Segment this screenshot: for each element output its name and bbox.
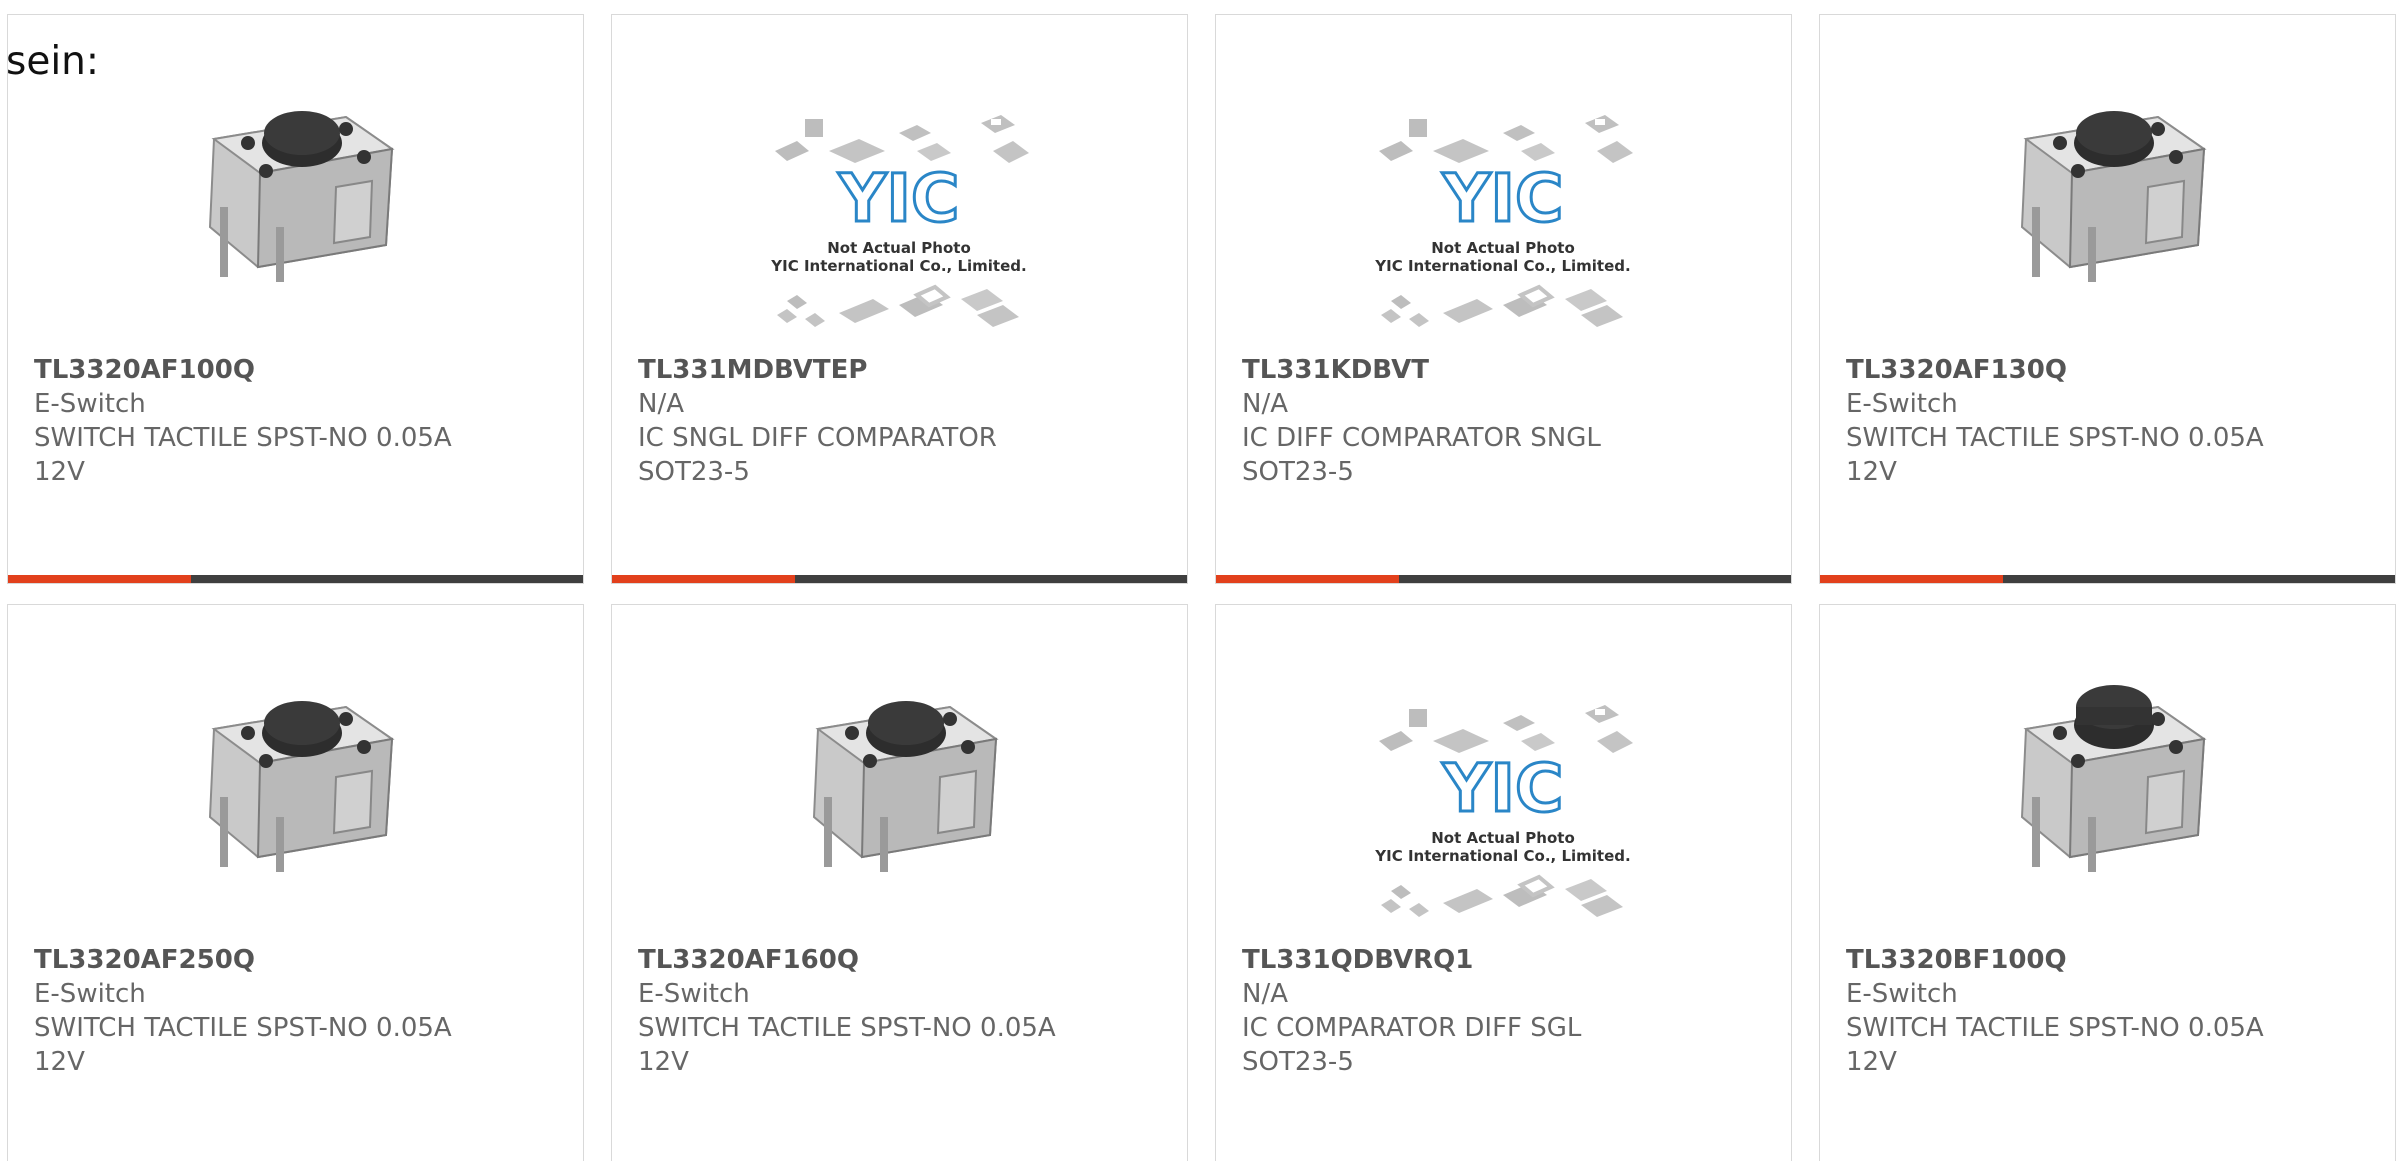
chip-placeholder-icon: YIC Not Actual Photo YIC International C… xyxy=(770,115,1029,327)
product-image[interactable] xyxy=(1820,605,2395,925)
product-card[interactable]: YIC Not Actual Photo YIC International C… xyxy=(1215,14,1792,584)
product-card[interactable]: TL3320AF160Q E-Switch SWITCH TACTILE SPS… xyxy=(611,604,1188,1161)
product-card[interactable]: TL3320AF130Q E-Switch SWITCH TACTILE SPS… xyxy=(1819,14,2396,584)
accent-bar xyxy=(1820,575,2003,583)
part-number[interactable]: TL3320BF100Q xyxy=(1846,943,2375,977)
placeholder-caption: Not Actual Photo xyxy=(827,239,971,257)
chip-placeholder-icon: YIC Not Actual Photo YIC International C… xyxy=(1374,115,1633,327)
part-number[interactable]: TL3320AF250Q xyxy=(34,943,563,977)
accent-bar xyxy=(612,575,795,583)
product-image[interactable] xyxy=(612,605,1187,925)
description: IC DIFF COMPARATOR SNGL SOT23-5 xyxy=(1242,423,1601,487)
manufacturer: N/A xyxy=(1242,979,1288,1009)
part-number[interactable]: TL331QDBVRQ1 xyxy=(1242,943,1771,977)
placeholder-company: YIC International Co., Limited. xyxy=(770,257,1026,275)
part-number[interactable]: TL331MDBVTEP xyxy=(638,353,1167,387)
card-bottom-bar xyxy=(612,575,1187,583)
tactile-switch-icon xyxy=(2020,685,2207,872)
description: IC COMPARATOR DIFF SGL SOT23-5 xyxy=(1242,1013,1582,1077)
manufacturer: E-Switch xyxy=(638,979,750,1009)
part-number[interactable]: TL3320AF100Q xyxy=(34,353,563,387)
yic-logo: YIC xyxy=(1442,160,1564,237)
chip-placeholder-icon: YIC Not Actual Photo YIC International C… xyxy=(1374,705,1633,917)
product-card[interactable]: YIC Not Actual Photo YIC International C… xyxy=(611,14,1188,584)
product-card[interactable]: TL3320BF100Q E-Switch SWITCH TACTILE SPS… xyxy=(1819,604,2396,1161)
card-bottom-bar xyxy=(1216,575,1791,583)
tactile-switch-icon xyxy=(2020,111,2207,282)
yic-logo: YIC xyxy=(838,160,960,237)
card-bottom-bar xyxy=(8,575,583,583)
product-image[interactable] xyxy=(8,605,583,925)
product-image[interactable] xyxy=(1820,15,2395,335)
description: SWITCH TACTILE SPST-NO 0.05A 12V xyxy=(1846,423,2264,487)
part-number[interactable]: TL3320AF160Q xyxy=(638,943,1167,977)
manufacturer: E-Switch xyxy=(34,389,146,419)
product-image[interactable]: YIC Not Actual Photo YIC International C… xyxy=(1216,15,1791,335)
description: IC SNGL DIFF COMPARATOR SOT23-5 xyxy=(638,423,997,487)
description: SWITCH TACTILE SPST-NO 0.05A 12V xyxy=(34,1013,452,1077)
description: SWITCH TACTILE SPST-NO 0.05A 12V xyxy=(1846,1013,2264,1077)
card-bottom-bar xyxy=(1820,575,2395,583)
description: SWITCH TACTILE SPST-NO 0.05A 12V xyxy=(34,423,452,487)
manufacturer: N/A xyxy=(638,389,684,419)
accent-bar xyxy=(8,575,191,583)
manufacturer: E-Switch xyxy=(1846,979,1958,1009)
description: SWITCH TACTILE SPST-NO 0.05A 12V xyxy=(638,1013,1056,1077)
placeholder-company: YIC International Co., Limited. xyxy=(1374,257,1630,275)
placeholder-caption: Not Actual Photo xyxy=(1431,239,1575,257)
placeholder-caption: Not Actual Photo xyxy=(1431,829,1575,847)
product-grid-page: sein: TL3320AF100Q E-Switch SWITCH TACTI… xyxy=(0,0,2400,1161)
part-number[interactable]: TL3320AF130Q xyxy=(1846,353,2375,387)
manufacturer: N/A xyxy=(1242,389,1288,419)
manufacturer: E-Switch xyxy=(1846,389,1958,419)
tactile-switch-icon xyxy=(812,701,999,872)
manufacturer: E-Switch xyxy=(34,979,146,1009)
product-image[interactable]: YIC Not Actual Photo YIC International C… xyxy=(612,15,1187,335)
product-card[interactable]: TL3320AF100Q E-Switch SWITCH TACTILE SPS… xyxy=(7,14,584,584)
product-card[interactable]: TL3320AF250Q E-Switch SWITCH TACTILE SPS… xyxy=(7,604,584,1161)
part-number[interactable]: TL331KDBVT xyxy=(1242,353,1771,387)
yic-logo: YIC xyxy=(1442,750,1564,827)
product-image[interactable]: YIC Not Actual Photo YIC International C… xyxy=(1216,605,1791,925)
product-card[interactable]: YIC Not Actual Photo YIC International C… xyxy=(1215,604,1792,1161)
placeholder-company: YIC International Co., Limited. xyxy=(1374,847,1630,865)
tactile-switch-icon xyxy=(208,111,395,282)
accent-bar xyxy=(1216,575,1399,583)
tactile-switch-icon xyxy=(208,701,395,872)
intro-text: sein: xyxy=(6,39,100,84)
